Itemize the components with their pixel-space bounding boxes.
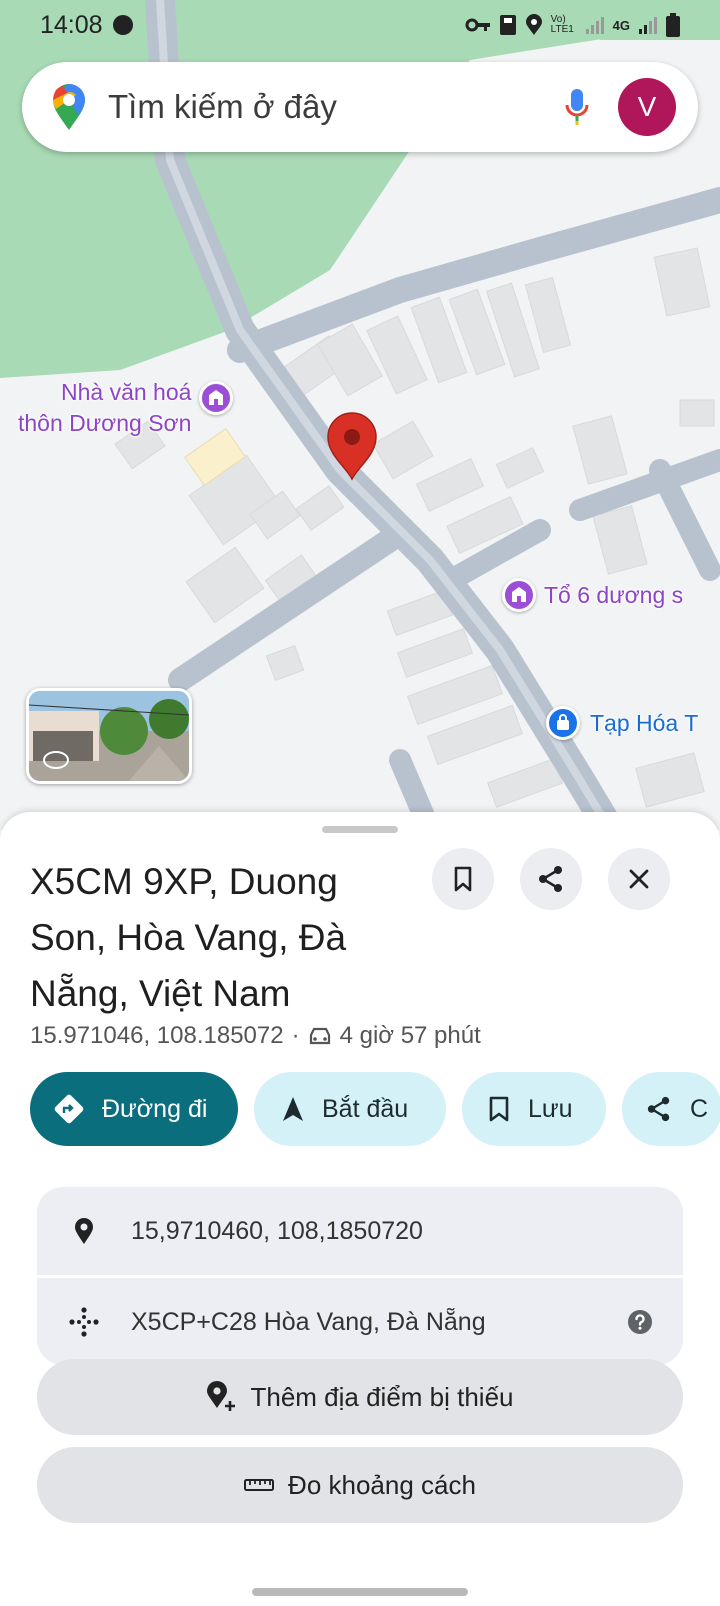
save-label: Lưu [528,1094,573,1123]
place-meta: 15.971046, 108.185072 · 4 giờ 57 phút [30,1022,481,1050]
location-info-card: 15,9710460, 108,1850720 X5CP+C28 Hòa Van… [37,1187,683,1365]
360-view-icon [43,751,69,769]
poi-label-line2: thôn Dương Sơn [18,410,192,436]
plus-code-row[interactable]: X5CP+C28 Hòa Vang, Đà Nẵng [37,1278,683,1365]
drag-handle[interactable] [322,826,398,833]
help-icon[interactable] [627,1309,653,1335]
park-area [0,0,720,378]
directions-label: Đường đi [102,1094,208,1123]
start-label: Bắt đầu [322,1094,409,1123]
poi-community-hall-duong-son[interactable]: Nhà văn hoá thôn Dương Sơn [18,377,234,439]
directions-button[interactable]: Đường đi [30,1072,238,1146]
meta-separator: · [291,1022,300,1049]
place-details-sheet: X5CM 9XP, Duong Son, Hòa Vang, Đà Nẵng, … [0,812,720,1606]
bookmark-icon [489,1096,509,1122]
community-hall-icon [199,381,234,415]
navigation-arrow-icon [283,1097,303,1121]
battery-icon [666,13,680,37]
location-icon [525,14,542,35]
poi-to-6-duong-son[interactable]: Tổ 6 dương s [502,578,683,612]
save-icon [499,15,516,35]
start-button[interactable]: Bắt đầu [254,1072,446,1146]
bookmark-icon [454,866,472,892]
poi-tap-hoa[interactable]: Tạp Hóa T [546,706,698,740]
status-icons: Vo) LTE1 4G [465,13,680,37]
share-icon [539,866,562,892]
place-title: X5CM 9XP, Duong Son, Hòa Vang, Đà Nẵng, … [30,861,347,1014]
shopping-bag-icon [546,706,580,740]
action-buttons: Đường đi Bắt đầu Lưu C [30,1072,720,1148]
poi-label-line1: Nhà văn hoá [61,379,192,405]
drive-time: 4 giờ 57 phút [339,1022,481,1049]
add-missing-place-button[interactable]: Thêm địa điểm bị thiếu [37,1359,683,1435]
status-bar: 14:08 Vo) LTE1 4G [0,0,720,50]
directions-icon [54,1094,84,1124]
share-chip-button[interactable]: C [622,1072,720,1146]
close-icon [629,869,649,889]
community-hall-icon [502,578,536,612]
poi-label: Tạp Hóa T [590,709,699,736]
add-location-icon [207,1381,236,1411]
search-bar[interactable]: Tìm kiếm ở đây V [22,62,698,152]
street-view-thumbnail[interactable] [26,688,192,784]
google-maps-logo-icon [53,84,85,130]
network-4g-label: 4G [612,17,630,33]
coordinates-row[interactable]: 15,9710460, 108,1850720 [37,1187,683,1275]
save-button[interactable]: Lưu [462,1072,606,1146]
measure-distance-button[interactable]: Đo khoảng cách [37,1447,683,1523]
share-button[interactable] [520,848,582,910]
close-button[interactable] [608,848,670,910]
car-icon [309,1027,330,1045]
account-avatar[interactable]: V [618,78,676,136]
map-view[interactable]: Nhà văn hoá thôn Dương Sơn Tổ 6 dương s … [0,0,720,830]
coordinates-text: 15.971046, 108.185072 [30,1022,284,1049]
plus-code-value: X5CP+C28 Hòa Vang, Đà Nẵng [131,1307,486,1336]
signal-icon [639,17,657,34]
location-pin-icon [67,1217,101,1245]
coordinates-value: 15,9710460, 108,1850720 [131,1216,423,1245]
poi-label: Tổ 6 dương s [544,581,684,608]
microphone-icon[interactable] [564,87,590,127]
measure-distance-label: Đo khoảng cách [288,1469,476,1500]
network-label: Vo) LTE1 [550,14,574,35]
messenger-icon [112,15,133,35]
search-input[interactable]: Tìm kiếm ở đây [108,88,564,126]
plus-code-icon [67,1305,101,1339]
save-place-button[interactable] [432,848,494,910]
add-missing-place-label: Thêm địa điểm bị thiếu [250,1381,514,1412]
ruler-icon [244,1479,275,1491]
signal-icon [585,17,604,34]
home-indicator[interactable] [252,1588,468,1596]
share-icon [647,1096,670,1122]
vpn-key-icon [465,18,490,32]
share-label: C [690,1094,709,1123]
status-time: 14:08 [40,10,103,39]
